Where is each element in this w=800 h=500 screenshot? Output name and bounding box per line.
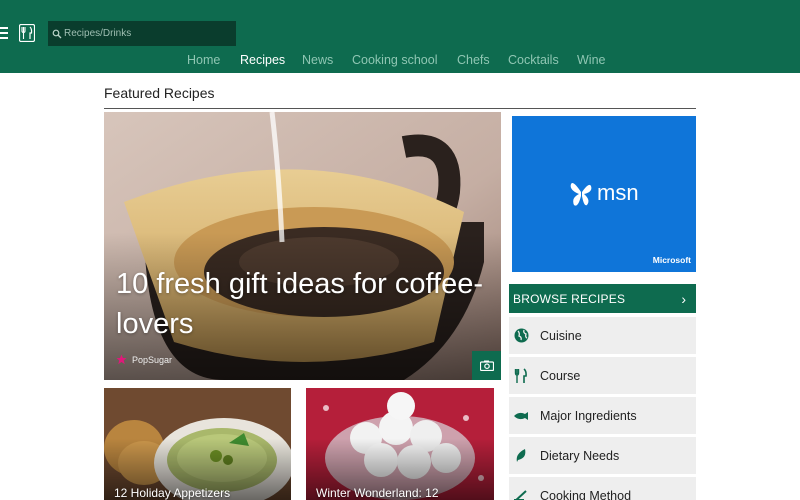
search-box[interactable] [48,21,236,46]
nav-chefs[interactable]: Chefs [457,53,490,67]
fish-icon [513,408,529,424]
pan-icon [513,488,529,500]
browse-item-cooking-method[interactable]: Cooking Method [509,477,696,500]
leaf-icon [513,448,529,464]
gallery-button[interactable] [472,351,501,380]
card-title[interactable]: 12 Holiday Appetizers [114,486,230,500]
card-title[interactable]: Winter Wonderland: 12 [316,486,439,500]
nav-news[interactable]: News [302,53,333,67]
butterfly-icon [570,183,592,206]
browse-recipes-title: BROWSE RECIPES [513,291,626,306]
msn-logo-text: msn [597,180,639,205]
nav-home[interactable]: Home [187,53,220,67]
fork-knife-logo-icon[interactable] [19,24,35,42]
search-icon [52,29,62,38]
hero-featured-card[interactable]: 10 fresh gift ideas for coffee-lovers Po… [104,112,501,380]
camera-icon [479,360,494,371]
msn-logo: msn [569,178,639,208]
browse-item-label: Cooking Method [540,488,632,500]
nav-cooking-school[interactable]: Cooking school [352,53,437,67]
star-icon [116,354,127,365]
recipe-card-appetizers[interactable]: 12 Holiday Appetizers [104,388,291,500]
hero-source-label: PopSugar [132,354,173,365]
browse-item-label: Course [540,368,581,383]
appetizers-image [104,388,291,500]
recipe-card-winter-wonderland[interactable]: Winter Wonderland: 12 [306,388,494,500]
search-input[interactable] [64,28,234,39]
nav-recipes[interactable]: Recipes [240,53,285,67]
browse-recipes-header[interactable]: BROWSE RECIPES › [509,284,696,313]
fork-knife-icon [513,367,529,384]
browse-item-cuisine[interactable]: Cuisine [509,317,696,354]
browse-item-label: Major Ingredients [540,408,637,423]
browse-item-label: Cuisine [540,328,582,343]
browse-item-label: Dietary Needs [540,448,620,463]
browse-item-major-ingredients[interactable]: Major Ingredients [509,397,696,434]
microsoft-brand-label: Microsoft [652,255,691,265]
app-header: Home Recipes News Cooking school Chefs C… [0,0,800,73]
nav-wine[interactable]: Wine [577,53,605,67]
browse-item-dietary-needs[interactable]: Dietary Needs [509,437,696,474]
section-divider [104,108,696,109]
section-title: Featured Recipes [104,85,215,101]
chevron-right-icon: › [681,290,686,307]
browse-item-course[interactable]: Course [509,357,696,394]
hero-title[interactable]: 10 fresh gift ideas for coffee-lovers [116,264,496,344]
hero-source: PopSugar [116,354,172,365]
hamburger-menu-icon[interactable] [0,27,8,39]
globe-icon [513,328,529,344]
snowball-cookies-image [306,388,494,500]
msn-advertisement[interactable]: msn Microsoft [512,116,696,272]
nav-cocktails[interactable]: Cocktails [508,53,559,67]
